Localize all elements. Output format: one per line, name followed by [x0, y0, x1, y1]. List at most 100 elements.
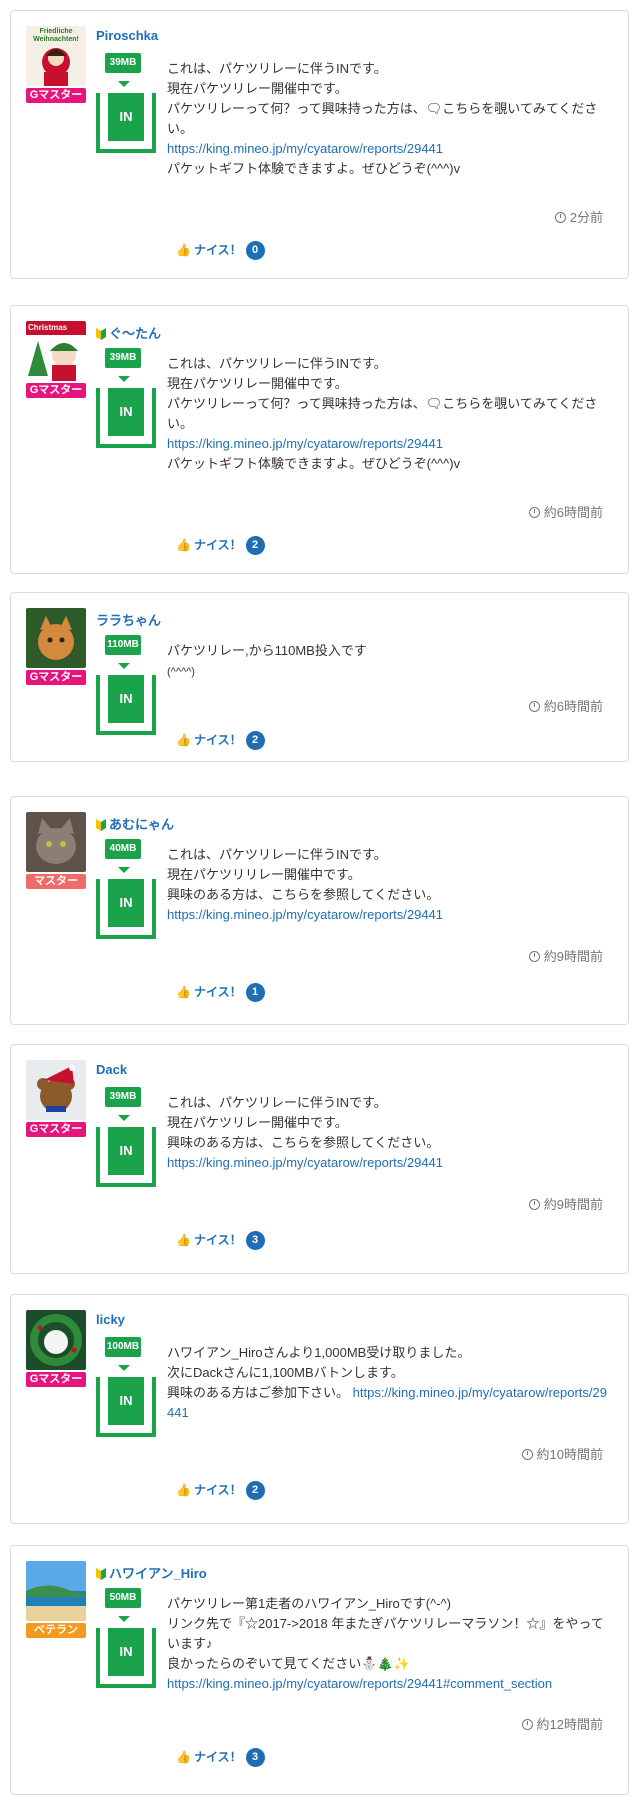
- post-message: これは、パケツリレーに伴うINです。 現在パケツリレー開催中です。 興味のある方は、…: [167, 1093, 607, 1173]
- username[interactable]: Piroschka: [96, 28, 158, 43]
- mb-badge: 39MB: [105, 1087, 141, 1107]
- report-link[interactable]: https://king.mineo.jp/my/cyatarow/report…: [167, 1155, 443, 1170]
- in-indicator: IN: [96, 1127, 156, 1187]
- message-line: 次にDackさんに1,100MBバトンします。: [167, 1365, 404, 1380]
- nice-button[interactable]: 👍 ナイス！ 3: [176, 1748, 265, 1768]
- arrow-down-icon: [118, 1616, 130, 1622]
- beginner-icon: [96, 328, 106, 340]
- timestamp-text: 約9時間前: [543, 949, 603, 964]
- avatar-image: [26, 812, 86, 872]
- username-text[interactable]: Dack: [96, 1062, 127, 1077]
- avatar-caption: Friedliche Weihnachten!: [33, 28, 79, 43]
- mb-badge: 110MB: [105, 635, 141, 655]
- avatar-image: [26, 1561, 86, 1621]
- post-message: パケツリレー第1走者のハワイアン_Hiroです(^-^) リンク先で『☆2017-…: [167, 1594, 607, 1694]
- mb-badge: 39MB: [105, 53, 141, 73]
- nice-count: 2: [245, 1481, 265, 1501]
- nice-count: 2: [245, 536, 265, 556]
- beginner-icon: [96, 1568, 106, 1580]
- post-message: これは、パケツリレーに伴うINです。 現在パケツリレー開催中です。 パケツリレーって…: [167, 59, 607, 179]
- in-indicator: IN: [96, 879, 156, 939]
- post-card: Christmas Gマスター ぐ〜たん 39MB IN これは、パケツリレーに…: [10, 305, 629, 574]
- username-text[interactable]: licky: [96, 1312, 125, 1327]
- username-text[interactable]: Piroschka: [96, 28, 158, 43]
- avatar[interactable]: [26, 608, 86, 668]
- username[interactable]: licky: [96, 1312, 125, 1327]
- in-label: IN: [108, 93, 144, 141]
- avatar[interactable]: Christmas: [26, 321, 86, 381]
- nice-button[interactable]: 👍 ナイス！ 2: [176, 1481, 265, 1501]
- username-text[interactable]: ぐ〜たん: [109, 326, 161, 341]
- username[interactable]: ぐ〜たん: [96, 323, 161, 342]
- thumbs-up-icon: 👍: [176, 243, 191, 257]
- in-indicator: IN: [96, 93, 156, 153]
- mb-badge: 39MB: [105, 348, 141, 368]
- in-label: IN: [108, 388, 144, 436]
- nice-label: ナイス！: [193, 985, 242, 999]
- username[interactable]: あむにゃん: [96, 814, 174, 833]
- rank-badge: Gマスター: [26, 1372, 86, 1387]
- timestamp-text: 約6時間前: [543, 505, 603, 520]
- timestamp-text: 約12時間前: [536, 1717, 603, 1732]
- avatar[interactable]: [26, 812, 86, 872]
- timestamp: 約6時間前: [528, 696, 603, 715]
- rank-badge: ベテラン: [26, 1623, 86, 1638]
- avatar-image: [26, 608, 86, 668]
- message-line: 現在パケツリレー開催中です。: [167, 376, 348, 391]
- clock-icon: [528, 507, 540, 518]
- report-link[interactable]: https://king.mineo.jp/my/cyatarow/report…: [167, 436, 443, 451]
- in-indicator: IN: [96, 388, 156, 448]
- arrow-down-icon: [118, 1115, 130, 1121]
- report-link[interactable]: https://king.mineo.jp/my/cyatarow/report…: [167, 907, 443, 922]
- username[interactable]: ハワイアン_Hiro: [96, 1563, 207, 1582]
- username[interactable]: Dack: [96, 1062, 127, 1077]
- mb-badge: 40MB: [105, 839, 141, 859]
- beginner-icon: [96, 819, 106, 831]
- message-line: 興味のある方はご参加下さい。: [167, 1385, 350, 1400]
- nice-button[interactable]: 👍 ナイス！ 2: [176, 536, 265, 556]
- nice-count: 3: [245, 1748, 265, 1768]
- rank-badge: Gマスター: [26, 1122, 86, 1137]
- message-line: 興味のある方は、こちらを参照してください。: [167, 1135, 440, 1150]
- clock-icon: [521, 1719, 533, 1730]
- timestamp-text: 約10時間前: [536, 1447, 603, 1462]
- thumbs-up-icon: 👍: [176, 1750, 191, 1764]
- username-text[interactable]: ハワイアン_Hiro: [109, 1566, 207, 1581]
- nice-button[interactable]: 👍 ナイス！ 3: [176, 1231, 265, 1251]
- report-link[interactable]: https://king.mineo.jp/my/cyatarow/report…: [167, 141, 443, 156]
- nice-label: ナイス！: [193, 538, 242, 552]
- avatar[interactable]: [26, 1310, 86, 1370]
- arrow-down-icon: [118, 81, 130, 87]
- message-line: ハワイアン_Hiroさんより1,000MB受け取りました。: [167, 1345, 471, 1360]
- timestamp-text: 約9時間前: [543, 1197, 603, 1212]
- avatar[interactable]: [26, 1561, 86, 1621]
- message-line: パケツリレー,から110MB投入です: [167, 643, 367, 658]
- post-message: これは、パケツリレーに伴うINです。 現在パケツリレー開催中です。 パケツリレーって…: [167, 354, 607, 474]
- in-indicator: IN: [96, 675, 156, 735]
- report-link[interactable]: https://king.mineo.jp/my/cyatarow/report…: [167, 1676, 552, 1691]
- timestamp: 約9時間前: [528, 946, 603, 965]
- username-text[interactable]: ララちゃん: [96, 613, 161, 628]
- arrow-down-icon: [118, 867, 130, 873]
- nice-button[interactable]: 👍 ナイス！ 0: [176, 241, 265, 261]
- avatar[interactable]: [26, 1060, 86, 1120]
- avatar[interactable]: Friedliche Weihnachten!: [26, 26, 86, 86]
- post-card: ベテラン ハワイアン_Hiro 50MB IN パケツリレー第1走者のハワイアン…: [10, 1545, 629, 1795]
- thumbs-up-icon: 👍: [176, 538, 191, 552]
- username[interactable]: ララちゃん: [96, 610, 161, 629]
- timestamp: 約6時間前: [528, 502, 603, 521]
- rank-badge: Gマスター: [26, 88, 86, 103]
- post-message: これは、パケツリレーに伴うINです。 現在パケツリリレー開催中です。 興味のある方は…: [167, 845, 607, 925]
- timestamp: 約10時間前: [521, 1444, 603, 1463]
- message-line: リンク先で『☆2017->2018 年またぎパケツリレーマラソン！☆』をやってい…: [167, 1616, 604, 1651]
- message-line: 現在パケツリリレー開催中です。: [167, 867, 361, 882]
- in-indicator: IN: [96, 1377, 156, 1437]
- nice-button[interactable]: 👍 ナイス！ 1: [176, 983, 265, 1003]
- avatar-caption: Christmas: [28, 323, 68, 332]
- nice-label: ナイス！: [193, 1483, 242, 1497]
- message-line: 現在パケツリレー開催中です。: [167, 1115, 348, 1130]
- username-text[interactable]: あむにゃん: [109, 817, 174, 832]
- message-line: (^^^^): [167, 666, 195, 678]
- in-label: IN: [108, 1377, 144, 1425]
- nice-button[interactable]: 👍 ナイス！ 2: [176, 731, 265, 751]
